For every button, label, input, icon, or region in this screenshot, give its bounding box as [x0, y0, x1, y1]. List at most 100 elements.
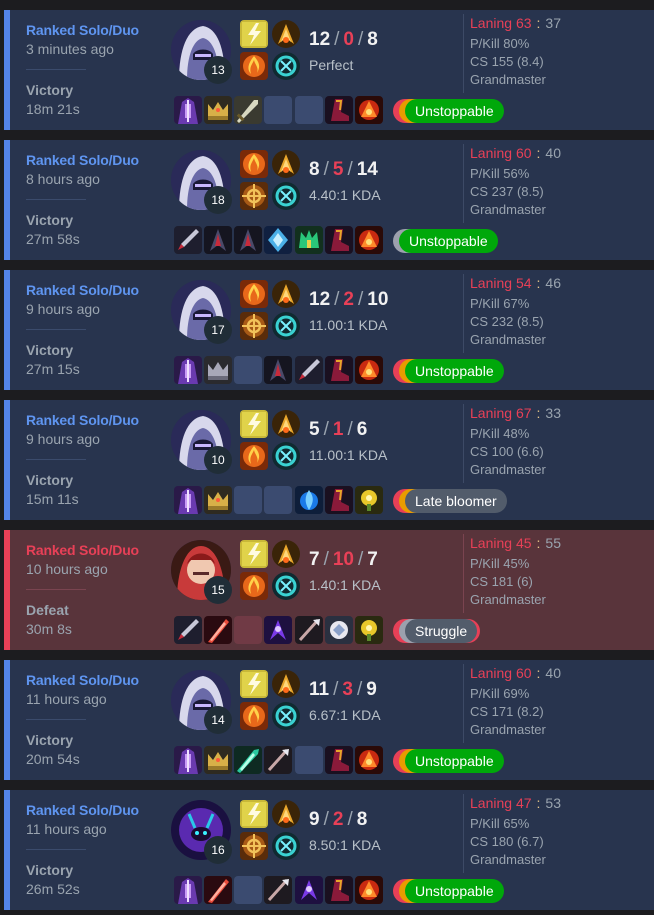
dagger-item-icon[interactable] — [174, 616, 202, 644]
ignite-spell-icon[interactable] — [240, 280, 268, 308]
queue-type: Ranked Solo/Duo — [26, 542, 139, 558]
spear-item-icon[interactable] — [264, 746, 292, 774]
dagger-item-icon[interactable] — [174, 226, 202, 254]
boots-item-icon[interactable] — [325, 876, 353, 904]
ward-item-icon[interactable] — [355, 96, 383, 124]
kills: 11 — [309, 679, 330, 700]
ward-item-icon[interactable] — [355, 876, 383, 904]
achievement-badge: Unstoppable — [405, 749, 504, 773]
ward-item-icon[interactable] — [355, 356, 383, 384]
crown-item-icon[interactable] — [204, 746, 232, 774]
laning-colon: : — [536, 535, 541, 551]
ignite-spell-icon[interactable] — [240, 150, 268, 178]
electrocute-rune-icon[interactable] — [272, 410, 300, 438]
sorcery-tree-icon[interactable] — [272, 312, 300, 340]
match-card[interactable]: Ranked Solo/Duo 11 hours ago Victory 26m 52… — [4, 790, 654, 910]
hood-item-icon[interactable] — [174, 96, 202, 124]
electrocute-rune-icon[interactable] — [272, 150, 300, 178]
stats-divider — [463, 664, 464, 743]
dark-blade-item-icon[interactable] — [204, 226, 232, 254]
red-blade-item-icon[interactable] — [204, 876, 232, 904]
laning-label: Laning — [470, 15, 513, 31]
hood-item-icon[interactable] — [174, 486, 202, 514]
time-ago: 9 hours ago — [26, 301, 100, 317]
ignite-spell-icon[interactable] — [240, 572, 268, 600]
electrocute-rune-icon[interactable] — [272, 20, 300, 48]
electrocute-rune-icon[interactable] — [272, 540, 300, 568]
electrocute-rune-icon[interactable] — [272, 800, 300, 828]
laning-score: Laning 47:53 — [470, 795, 561, 811]
dagger-item-icon[interactable] — [295, 356, 323, 384]
flash-spell-icon[interactable] — [240, 410, 268, 438]
hood-item-icon[interactable] — [174, 876, 202, 904]
ignite-spell-icon[interactable] — [240, 442, 268, 470]
laning-score: Laning 60:40 — [470, 665, 561, 681]
sorcery-tree-icon[interactable] — [272, 52, 300, 80]
sorcery-tree-icon[interactable] — [272, 182, 300, 210]
spear-item-icon[interactable] — [295, 616, 323, 644]
ward-item-icon[interactable] — [355, 226, 383, 254]
yellow-trinket-icon[interactable] — [355, 486, 383, 514]
sorcery-tree-icon[interactable] — [272, 442, 300, 470]
divider — [26, 589, 86, 590]
match-card[interactable]: Ranked Solo/Duo 10 hours ago Defeat 30m 8s 1… — [4, 530, 654, 650]
ward-item-icon[interactable] — [355, 746, 383, 774]
green-blade-item-icon[interactable] — [234, 746, 262, 774]
blue-orb-item-icon[interactable] — [295, 486, 323, 514]
flash-spell-icon[interactable] — [240, 540, 268, 568]
purple-item-icon[interactable] — [264, 616, 292, 644]
ignite-spell-icon[interactable] — [240, 52, 268, 80]
creep-score: CS 237 (8.5) — [470, 184, 544, 199]
spear-item-icon[interactable] — [264, 876, 292, 904]
boots-item-icon[interactable] — [325, 746, 353, 774]
creep-score: CS 171 (8.2) — [470, 704, 544, 719]
hood-item-icon[interactable] — [174, 746, 202, 774]
flash-spell-icon[interactable] — [240, 800, 268, 828]
teleport-spell-icon[interactable] — [240, 832, 268, 860]
achievement-badge: Unstoppable — [405, 879, 504, 903]
kda-score: 7/10/7 — [309, 549, 378, 571]
green-crown-item-icon[interactable] — [295, 226, 323, 254]
match-card[interactable]: Ranked Solo/Duo 9 hours ago Victory 27m 15s… — [4, 270, 654, 390]
kda-ratio: 8.50:1 KDA — [309, 837, 381, 853]
purple-item-icon[interactable] — [295, 876, 323, 904]
match-card[interactable]: Ranked Solo/Duo 8 hours ago Victory 27m 58s… — [4, 140, 654, 260]
crown-item-icon[interactable] — [204, 486, 232, 514]
sorcery-tree-icon[interactable] — [272, 572, 300, 600]
boots-item-icon[interactable] — [325, 356, 353, 384]
champion-level: 17 — [204, 316, 232, 344]
ice-item-icon[interactable] — [264, 226, 292, 254]
match-card[interactable]: Ranked Solo/Duo 3 minutes ago Victory 18m 2… — [4, 10, 654, 130]
sorcery-tree-icon[interactable] — [272, 832, 300, 860]
average-rank: Grandmaster — [470, 332, 546, 347]
boots-item-icon[interactable] — [325, 486, 353, 514]
crown-item-icon[interactable] — [204, 96, 232, 124]
blade-item-icon[interactable] — [234, 96, 262, 124]
teleport-spell-icon[interactable] — [240, 312, 268, 340]
flash-spell-icon[interactable] — [240, 670, 268, 698]
dark-blade-item-icon[interactable] — [264, 356, 292, 384]
match-result: Victory — [26, 732, 74, 748]
white-item-icon[interactable] — [325, 616, 353, 644]
ignite-spell-icon[interactable] — [240, 702, 268, 730]
average-rank: Grandmaster — [470, 592, 546, 607]
gray-crown-item-icon[interactable] — [204, 356, 232, 384]
assists: 8 — [356, 809, 368, 830]
teleport-spell-icon[interactable] — [240, 182, 268, 210]
hood-item-icon[interactable] — [174, 356, 202, 384]
champion-level: 15 — [204, 576, 232, 604]
dark-blade-item-icon[interactable] — [234, 226, 262, 254]
red-blade-item-icon[interactable] — [204, 616, 232, 644]
kda-score: 12/0/8 — [309, 29, 378, 51]
sorcery-tree-icon[interactable] — [272, 702, 300, 730]
flash-spell-icon[interactable] — [240, 20, 268, 48]
result-stripe — [4, 660, 10, 780]
electrocute-rune-icon[interactable] — [272, 280, 300, 308]
boots-item-icon[interactable] — [325, 96, 353, 124]
electrocute-rune-icon[interactable] — [272, 670, 300, 698]
match-card[interactable]: Ranked Solo/Duo 9 hours ago Victory 15m 11s… — [4, 400, 654, 520]
match-card[interactable]: Ranked Solo/Duo 11 hours ago Victory 20m 54… — [4, 660, 654, 780]
laning-label: Laning — [470, 145, 513, 161]
boots-item-icon[interactable] — [325, 226, 353, 254]
yellow-trinket-icon[interactable] — [355, 616, 383, 644]
